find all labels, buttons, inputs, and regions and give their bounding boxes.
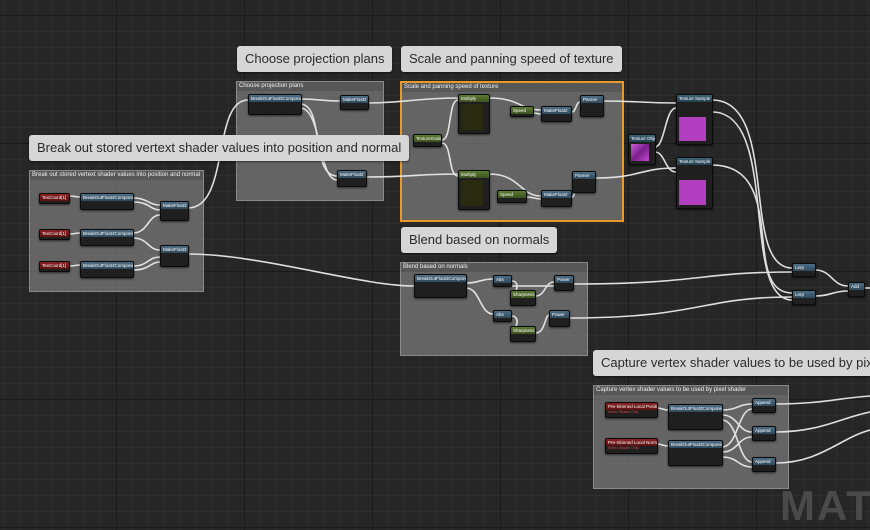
texture-sample-node[interactable]: Texture Sample [676, 94, 713, 145]
node-title: Append [753, 458, 775, 465]
node-title: TexCoord[1] [40, 262, 69, 269]
make-float2-node[interactable]: MakeFloat2 [340, 95, 369, 110]
make-float2-node[interactable]: MakeFloat2 [541, 106, 572, 122]
power-node[interactable]: Power [549, 310, 570, 327]
node-title: Panner [581, 96, 603, 103]
lerp-node[interactable]: Lerp [792, 263, 816, 277]
node-title: Append [753, 399, 775, 406]
comment-bubble-projection[interactable]: Choose projection plans [237, 46, 393, 72]
comment-bubble-scale-panning[interactable]: Scale and panning speed of texture [401, 46, 622, 72]
node-title: MakeFloat3 [161, 246, 188, 253]
texture-object-node[interactable]: Texture Object [628, 134, 656, 165]
make-float2-node[interactable]: MakeFloat2 [541, 190, 572, 207]
node-title: Multiply [459, 171, 489, 178]
node-title: Pre-Skinned Local Normal [606, 439, 657, 446]
make-float3-node[interactable]: MakeFloat3 [160, 245, 189, 267]
comment-bubble-break-out[interactable]: Break out stored vertext shader values i… [29, 135, 410, 161]
texture-preview [631, 144, 649, 161]
panner-node[interactable]: Panner [580, 95, 604, 117]
power-node[interactable]: Power [554, 275, 574, 291]
abs-node[interactable]: Abs [493, 310, 512, 322]
node-title: Append [753, 427, 775, 434]
panner-node[interactable]: Panner [572, 171, 596, 193]
node-title: BreakOutFloat3Components [415, 275, 466, 282]
pre-skinned-normal-node[interactable]: Pre-Skinned Local Normal Vertex Shader On… [605, 438, 658, 454]
comment-bubble-capture-vertex[interactable]: Capture vertex shader values to be used … [593, 350, 870, 376]
node-subtitle: Vertex Shader Only [608, 446, 639, 450]
comment-title: Choose projection plans [237, 82, 383, 91]
comment-title: Scale and panning speed of texture [402, 83, 622, 92]
node-title: MakeFloat2 [338, 171, 366, 178]
node-title: Multiply [459, 95, 489, 102]
texcoord-node[interactable]: TexCoord[1] [39, 193, 70, 204]
append-node[interactable]: Append [752, 457, 776, 472]
speed-param-node[interactable]: Speed [510, 106, 534, 117]
node-title: Lerp [793, 264, 815, 271]
node-title: Speed [498, 191, 526, 198]
break-out-float-node[interactable]: BreakOutFloat4Components [80, 229, 134, 246]
sharpness-param-node[interactable]: Sharpness [510, 326, 536, 342]
node-title: BreakOutFloat4Components [81, 230, 133, 237]
node-title: TexCoord[1] [40, 230, 69, 237]
break-out-float-node[interactable]: BreakOutFloat3Components [668, 404, 723, 430]
node-title: Sharpness [511, 291, 535, 298]
node-title: MakeFloat2 [542, 107, 571, 114]
node-title: Sharpness [511, 327, 535, 334]
node-title: Add [849, 283, 864, 290]
texture-sample-node[interactable]: Texture Sample [676, 157, 713, 209]
make-float3-node[interactable]: MakeFloat3 [160, 201, 189, 221]
node-title: Texture Object [629, 135, 655, 142]
texture-preview [679, 180, 706, 205]
node-title: Lerp [793, 291, 815, 298]
node-title: Panner [573, 172, 595, 179]
node-title: Abs [494, 311, 511, 318]
node-title: BreakOutFloat4Components [81, 194, 133, 201]
node-title: MakeFloat2 [542, 191, 571, 198]
node-title: Texture Sample [677, 158, 712, 165]
sharpness-param-node[interactable]: Sharpness [510, 290, 536, 306]
break-out-float-node[interactable]: BreakOutFloat4Components [80, 261, 134, 278]
node-subtitle: Vertex Shader Only [608, 410, 639, 414]
pre-skinned-position-node[interactable]: Pre-Skinned Local Position Vertex Shader … [605, 402, 658, 418]
node-title: Speed [511, 107, 533, 114]
break-out-float-node[interactable]: BreakOutFloat3Components [248, 94, 302, 115]
comment-title: Break out stored vertext shader values i… [30, 171, 203, 180]
abs-node[interactable]: Abs [493, 275, 512, 287]
append-node[interactable]: Append [752, 426, 776, 441]
node-title: BreakOutFloat3Components [669, 441, 722, 448]
break-out-float-node[interactable]: BreakOutFloat3Components [414, 274, 467, 298]
comment-bubble-blend-normals[interactable]: Blend based on normals [401, 227, 558, 253]
node-title: Pre-Skinned Local Position [606, 403, 657, 410]
speed-param-node[interactable]: Speed [497, 190, 527, 203]
texture-preview [679, 117, 706, 141]
break-out-float-node[interactable]: BreakOutFloat4Components [80, 193, 134, 210]
comment-title: Blend based on normals [401, 263, 587, 272]
node-title: BreakOutFloat3Components [669, 405, 722, 412]
node-title: TexCoord[1] [40, 194, 69, 201]
graph-watermark: MAT [780, 482, 870, 529]
multiply-node[interactable]: Multiply [458, 94, 490, 134]
node-title: Power [555, 276, 573, 283]
texcoord-node[interactable]: TexCoord[1] [39, 229, 70, 240]
node-title: MakeFloat2 [341, 96, 368, 103]
break-out-float-node[interactable]: BreakOutFloat3Components [668, 440, 723, 466]
texcoord-node[interactable]: TexCoord[1] [39, 261, 70, 272]
texture-scale-param-node[interactable]: TextureScale [413, 134, 442, 147]
node-title: Abs [494, 276, 511, 283]
node-title: MakeFloat3 [161, 202, 188, 209]
node-title: Texture Sample [677, 95, 712, 102]
node-title: TextureScale [414, 135, 441, 142]
make-float2-node[interactable]: MakeFloat2 [337, 170, 367, 187]
comment-title: Capture vertex shader values to be used … [594, 386, 788, 395]
append-node[interactable]: Append [752, 398, 776, 413]
node-title: BreakOutFloat3Components [249, 95, 301, 102]
multiply-node[interactable]: Multiply [458, 170, 490, 210]
node-title: Power [550, 311, 569, 318]
add-node[interactable]: Add [848, 282, 865, 297]
node-title: BreakOutFloat4Components [81, 262, 133, 269]
lerp-node[interactable]: Lerp [792, 290, 816, 305]
